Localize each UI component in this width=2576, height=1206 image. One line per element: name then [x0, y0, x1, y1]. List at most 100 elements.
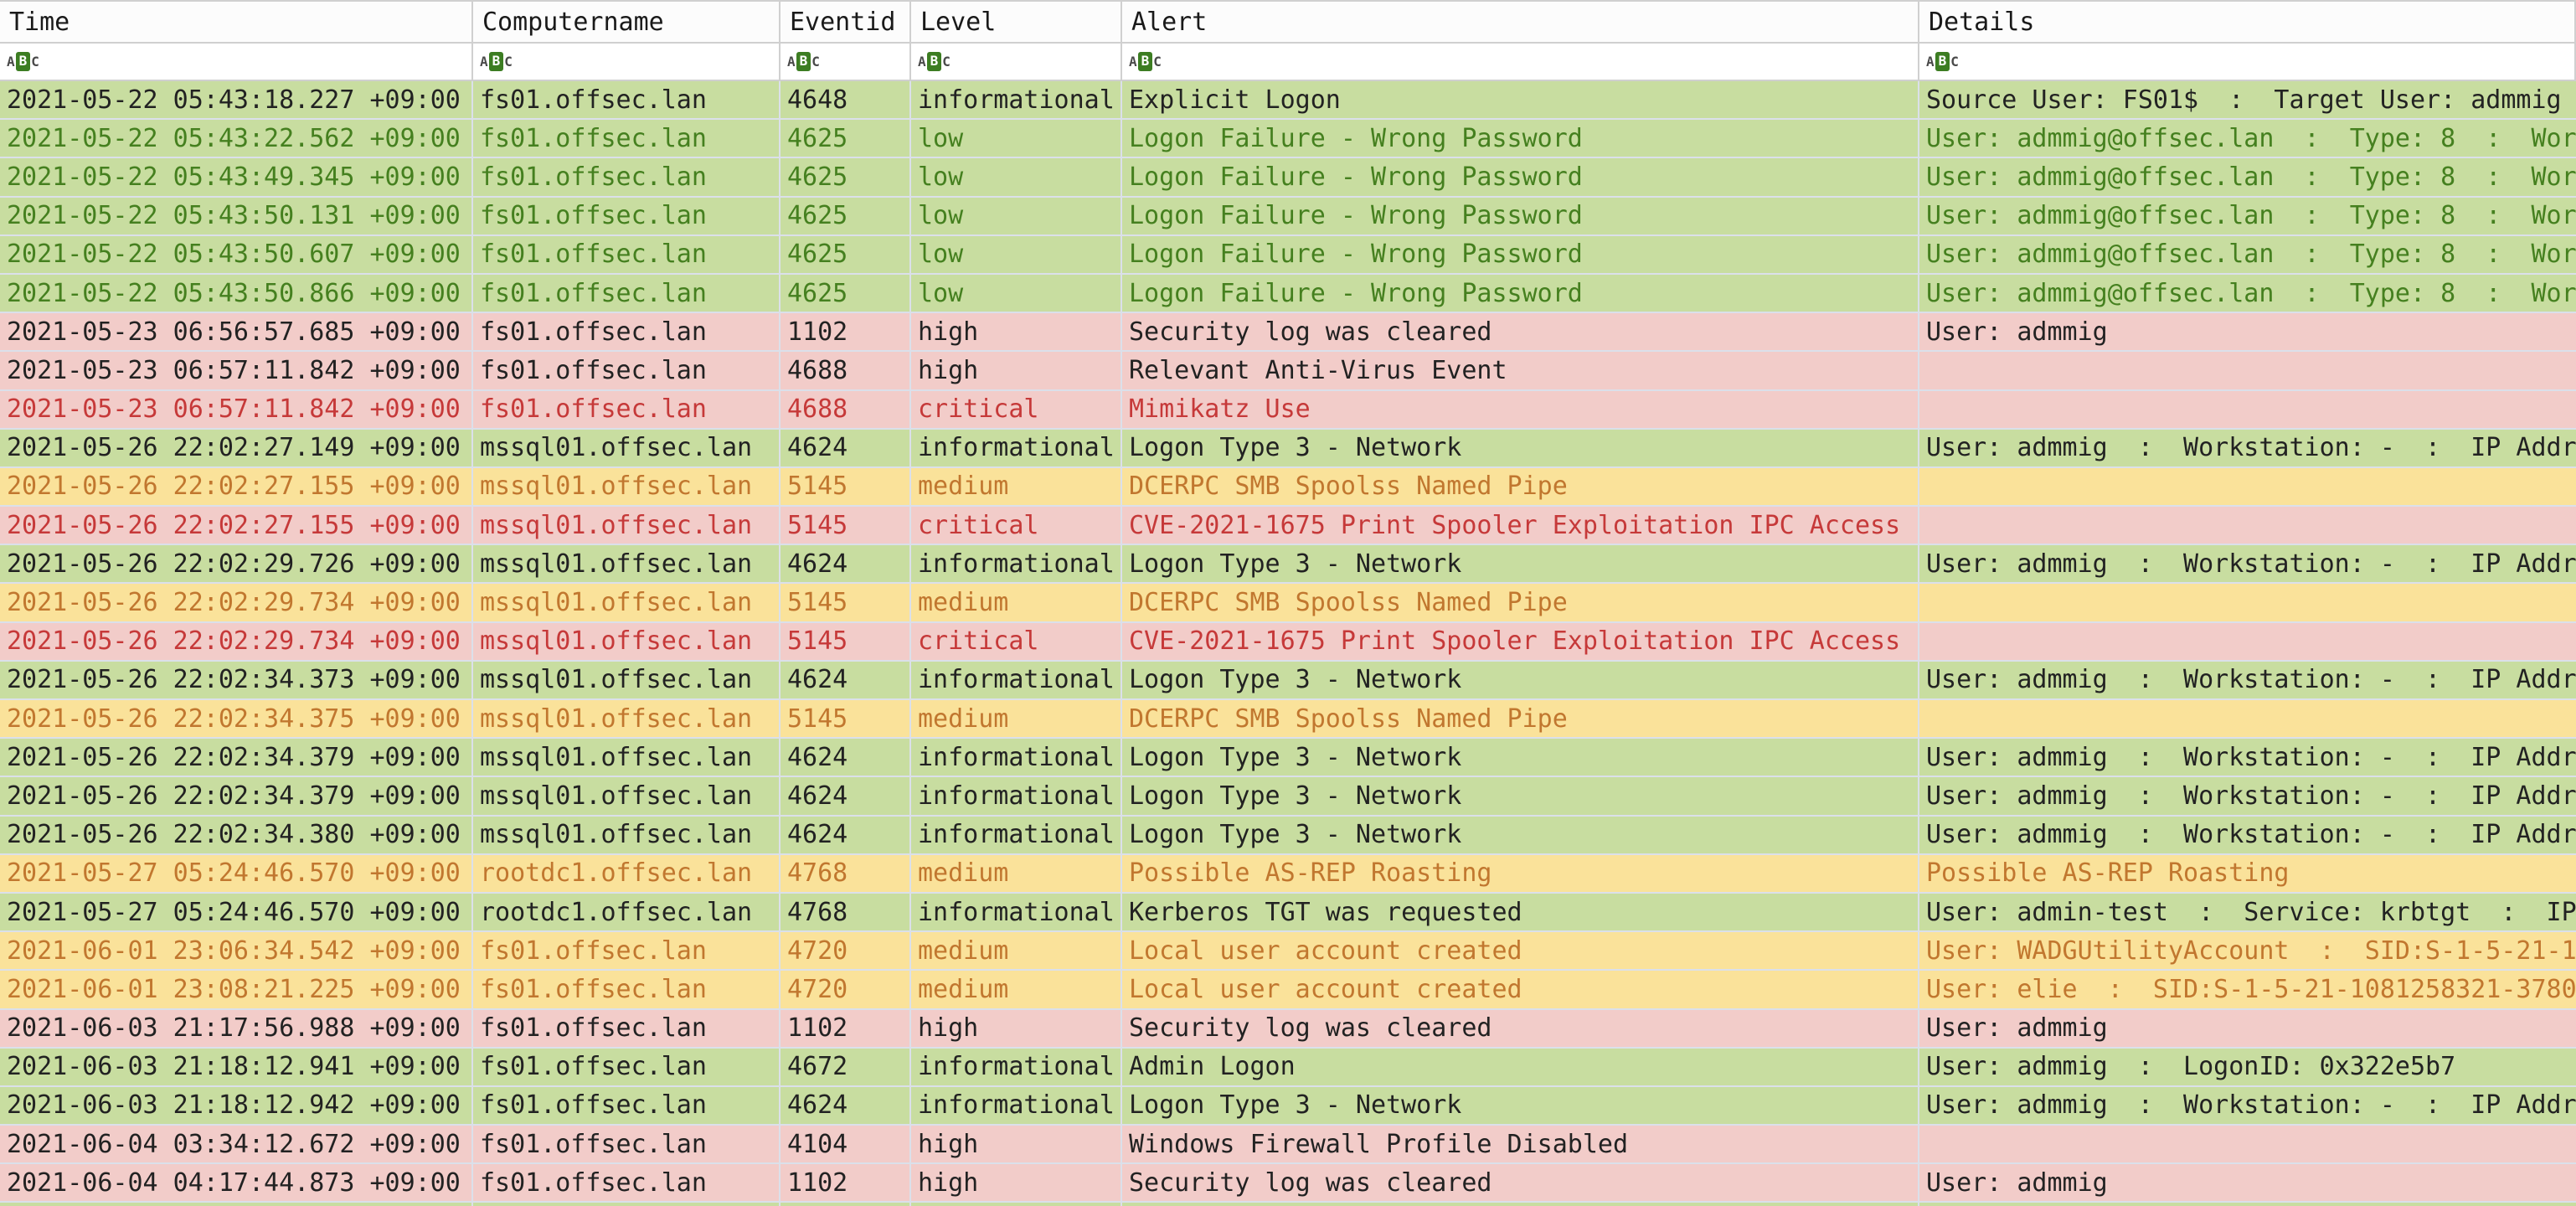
column-header-time[interactable]: Time [0, 2, 473, 42]
cell-computer: rootdc1.offsec.lan [473, 894, 781, 930]
cell-computer: fs01.offsec.lan [473, 275, 781, 312]
cell-time: 2021-06-01 23:08:21.225 +09:00 [0, 971, 473, 1008]
table-row[interactable]: 2021-05-26 22:02:34.373 +09:00mssql01.of… [0, 662, 2576, 700]
cell-details [1919, 700, 2576, 737]
cell-computer: fs01.offsec.lan [473, 1010, 781, 1047]
cell-computer: mssql01.offsec.lan [473, 700, 781, 737]
table-row[interactable]: 2021-05-26 22:02:29.734 +09:00mssql01.of… [0, 584, 2576, 622]
cell-alert: Logon Type 3 - Network [1122, 777, 1919, 814]
table-row[interactable]: 2021-05-26 22:02:29.726 +09:00mssql01.of… [0, 545, 2576, 584]
cell-computer: fs01.offsec.lan [473, 158, 781, 195]
table-row[interactable]: 2021-05-22 05:43:22.562 +09:00fs01.offse… [0, 120, 2576, 158]
cell-level: low [911, 275, 1122, 312]
table-row-partial[interactable] [0, 1203, 2576, 1206]
cell-alert: Logon Type 3 - Network [1122, 430, 1919, 466]
filter-cell-time[interactable]: ABC [0, 44, 473, 80]
table-row[interactable]: 2021-06-01 23:08:21.225 +09:00fs01.offse… [0, 971, 2576, 1009]
table-row[interactable]: 2021-05-22 05:43:50.866 +09:00fs01.offse… [0, 275, 2576, 313]
table-row[interactable]: 2021-05-23 06:57:11.842 +09:00fs01.offse… [0, 391, 2576, 430]
cell-level: high [911, 1010, 1122, 1047]
cell-time: 2021-05-26 22:02:27.155 +09:00 [0, 468, 473, 505]
abc-text-filter-icon: ABC [1926, 52, 1959, 71]
cell-time: 2021-05-23 06:56:57.685 +09:00 [0, 313, 473, 350]
table-row[interactable]: 2021-05-26 22:02:27.155 +09:00mssql01.of… [0, 468, 2576, 507]
table-row[interactable]: 2021-05-27 05:24:46.570 +09:00rootdc1.of… [0, 855, 2576, 894]
filter-cell-details[interactable]: ABC [1919, 44, 2576, 80]
cell-alert: Logon Failure - Wrong Password [1122, 120, 1919, 157]
cell-computer: fs01.offsec.lan [473, 1126, 781, 1162]
cell-eventid: 4768 [781, 855, 911, 892]
cell-time: 2021-06-04 03:34:12.672 +09:00 [0, 1126, 473, 1162]
table-row[interactable]: 2021-05-27 05:24:46.570 +09:00rootdc1.of… [0, 894, 2576, 932]
cell-time: 2021-05-26 22:02:34.379 +09:00 [0, 777, 473, 814]
cell-details: User: admmig@offsec.lan : Type: 8 : Work [1919, 158, 2576, 195]
cell-details: User: admmig [1919, 1164, 2576, 1201]
table-row[interactable]: 2021-06-03 21:18:12.941 +09:00fs01.offse… [0, 1049, 2576, 1087]
cell-details [1919, 1126, 2576, 1162]
cell-computer: mssql01.offsec.lan [473, 662, 781, 698]
cell-details [1919, 584, 2576, 621]
column-header-eventid[interactable]: Eventid [781, 2, 911, 42]
table-body: 2021-05-22 05:43:18.227 +09:00fs01.offse… [0, 81, 2576, 1206]
table-row[interactable]: 2021-05-23 06:56:57.685 +09:00fs01.offse… [0, 313, 2576, 352]
table-row[interactable]: 2021-05-22 05:43:50.131 +09:00fs01.offse… [0, 198, 2576, 236]
abc-icon-letter: C [504, 55, 513, 69]
cell-details: User: admmig@offsec.lan : Type: 8 : Work [1919, 198, 2576, 234]
table-row[interactable]: 2021-05-26 22:02:34.375 +09:00mssql01.of… [0, 700, 2576, 739]
cell-time: 2021-05-22 05:43:22.562 +09:00 [0, 120, 473, 157]
table-row[interactable]: 2021-06-04 04:17:44.873 +09:00fs01.offse… [0, 1164, 2576, 1203]
table-row[interactable]: 2021-05-22 05:43:50.607 +09:00fs01.offse… [0, 236, 2576, 275]
filter-cell-level[interactable]: ABC [911, 44, 1122, 80]
table-row[interactable]: 2021-05-26 22:02:34.379 +09:00mssql01.of… [0, 739, 2576, 777]
table-row[interactable]: 2021-05-26 22:02:27.155 +09:00mssql01.of… [0, 507, 2576, 545]
cell-level: critical [911, 507, 1122, 544]
cell-time: 2021-06-03 21:18:12.942 +09:00 [0, 1087, 473, 1124]
cell-time: 2021-05-26 22:02:29.734 +09:00 [0, 584, 473, 621]
cell-details: User: admmig : Workstation: - : IP Addre [1919, 662, 2576, 698]
cell-eventid: 5145 [781, 700, 911, 737]
column-header-computer[interactable]: Computername [473, 2, 781, 42]
cell-computer [473, 1203, 781, 1206]
table-row[interactable]: 2021-06-03 21:17:56.988 +09:00fs01.offse… [0, 1010, 2576, 1049]
cell-details: User: admmig : Workstation: - : IP Addre [1919, 817, 2576, 853]
abc-icon-letter: C [31, 55, 39, 69]
filter-cell-eventid[interactable]: ABC [781, 44, 911, 80]
table-row[interactable]: 2021-05-22 05:43:49.345 +09:00fs01.offse… [0, 158, 2576, 197]
cell-eventid: 4104 [781, 1126, 911, 1162]
table-row[interactable]: 2021-05-26 22:02:34.380 +09:00mssql01.of… [0, 817, 2576, 855]
cell-details [1919, 623, 2576, 660]
cell-time: 2021-05-27 05:24:46.570 +09:00 [0, 894, 473, 930]
cell-details: Source User: FS01$ : Target User: admmig [1919, 81, 2576, 118]
cell-details: User: admmig : Workstation: - : IP Addre [1919, 739, 2576, 776]
filter-cell-alert[interactable]: ABC [1122, 44, 1919, 80]
cell-details: User: admmig [1919, 313, 2576, 350]
cell-time: 2021-06-01 23:06:34.542 +09:00 [0, 932, 473, 969]
cell-level: informational [911, 817, 1122, 853]
column-header-details[interactable]: Details [1919, 2, 2576, 42]
column-header-alert[interactable]: Alert [1122, 2, 1919, 42]
cell-computer: mssql01.offsec.lan [473, 739, 781, 776]
filter-row: ABCABCABCABCABCABC [0, 44, 2576, 81]
column-header-level[interactable]: Level [911, 2, 1122, 42]
abc-text-filter-icon: ABC [1129, 52, 1162, 71]
filter-cell-computer[interactable]: ABC [473, 44, 781, 80]
cell-alert: Logon Type 3 - Network [1122, 545, 1919, 582]
table-row[interactable]: 2021-06-01 23:06:34.542 +09:00fs01.offse… [0, 932, 2576, 971]
cell-details [1919, 1203, 2576, 1206]
cell-time: 2021-05-27 05:24:46.570 +09:00 [0, 855, 473, 892]
table-row[interactable]: 2021-05-22 05:43:18.227 +09:00fs01.offse… [0, 81, 2576, 120]
table-row[interactable]: 2021-06-04 03:34:12.672 +09:00fs01.offse… [0, 1126, 2576, 1164]
table-row[interactable]: 2021-05-23 06:57:11.842 +09:00fs01.offse… [0, 352, 2576, 390]
table-row[interactable]: 2021-06-03 21:18:12.942 +09:00fs01.offse… [0, 1087, 2576, 1126]
cell-eventid: 4768 [781, 894, 911, 930]
cell-level: informational [911, 1049, 1122, 1085]
table-row[interactable]: 2021-05-26 22:02:34.379 +09:00mssql01.of… [0, 777, 2576, 816]
cell-computer: fs01.offsec.lan [473, 1087, 781, 1124]
table-row[interactable]: 2021-05-26 22:02:29.734 +09:00mssql01.of… [0, 623, 2576, 662]
cell-eventid: 4688 [781, 391, 911, 428]
table-row[interactable]: 2021-05-26 22:02:27.149 +09:00mssql01.of… [0, 430, 2576, 468]
cell-level: informational [911, 1087, 1122, 1124]
cell-level: informational [911, 662, 1122, 698]
cell-time: 2021-05-22 05:43:50.131 +09:00 [0, 198, 473, 234]
cell-level: low [911, 158, 1122, 195]
